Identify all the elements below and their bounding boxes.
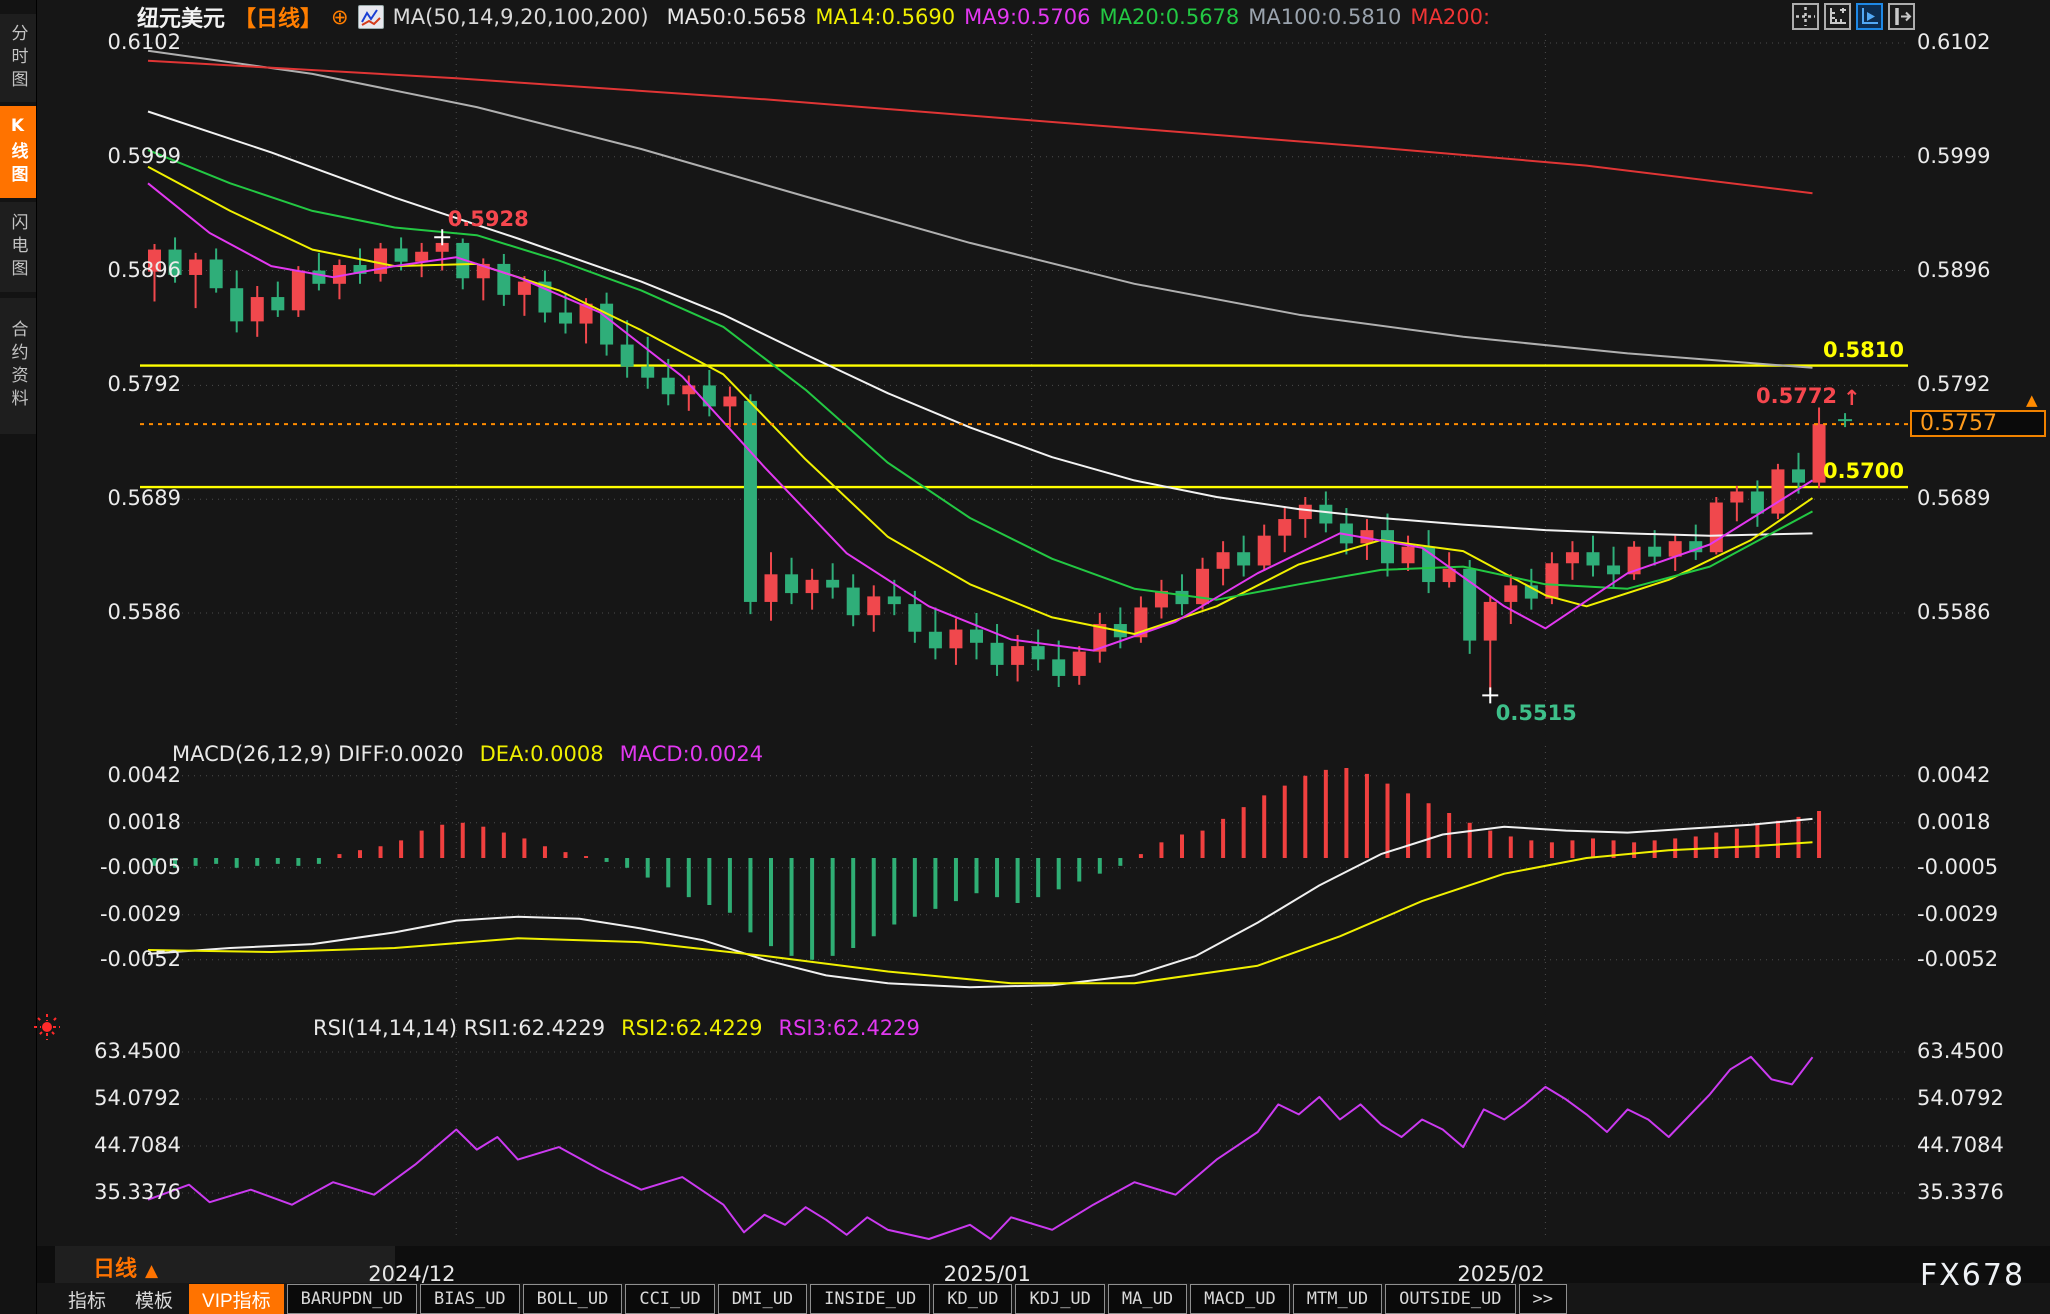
ma-legend-item: MA100:0.5810 xyxy=(1248,5,1402,29)
indicator-tab-13[interactable]: MACD_UD xyxy=(1190,1284,1290,1314)
indicator-tab-16[interactable]: >> xyxy=(1518,1284,1568,1314)
watermark: FX678 xyxy=(1920,1258,2026,1293)
macd-header-segment: MACD(26,12,9) DIFF:0.0020 xyxy=(172,742,464,766)
sidebar-item-1[interactable]: 分时图 xyxy=(0,14,36,102)
period-selector[interactable]: 日线 ▲ xyxy=(55,1246,395,1283)
macd-header-segment: DEA:0.0008 xyxy=(479,742,604,766)
indicator-tab-2[interactable]: 模板 xyxy=(122,1284,186,1314)
ma-legend-item: MA20:0.5678 xyxy=(1099,5,1240,29)
indicator-tab-6[interactable]: BOLL_UD xyxy=(522,1284,623,1314)
sidebar-item-2[interactable]: K线图 xyxy=(0,106,36,198)
macd-header: MACD(26,12,9) DIFF:0.0020 DEA:0.0008 MACD:… xyxy=(172,742,779,766)
chart-app: 分时图 K线图闪电图合约资料 纽元美元 【日线】 ⊕ MA(50,14,9,20,… xyxy=(0,0,2050,1314)
macd-header-segment: MACD:0.0024 xyxy=(619,742,764,766)
ma-legend-item: MA14:0.5690 xyxy=(815,5,956,29)
ma-legend-item: MA200: xyxy=(1410,5,1491,29)
indicator-tab-5[interactable]: BIAS_UD xyxy=(420,1284,520,1314)
scale-tool-button[interactable] xyxy=(1824,3,1851,30)
crosshair-tool-icon xyxy=(1796,7,1815,26)
indicator-tab-4[interactable]: BARUPDN_UD xyxy=(286,1284,418,1314)
rsi-header-segment: RSI3:62.4229 xyxy=(778,1016,920,1040)
scale-tool-icon xyxy=(1830,8,1846,24)
ma-legend-item: MA9:0.5706 xyxy=(964,5,1091,29)
current-price-value: 0.5757 xyxy=(1920,411,1997,437)
ma-legend-item: MA50:0.5658 xyxy=(666,5,807,29)
indicator-tab-15[interactable]: OUTSIDE_UD xyxy=(1385,1284,1516,1314)
price-up-arrow-icon: ▲ xyxy=(2026,391,2038,410)
sidebar: 分时图 K线图闪电图合约资料 xyxy=(0,0,37,1314)
price-chart-canvas[interactable] xyxy=(0,0,2050,1314)
bottom-strip: 日线 ▲ xyxy=(37,1246,2050,1283)
indicator-tab-10[interactable]: KD_UD xyxy=(933,1284,1013,1314)
mini-chart-icon[interactable] xyxy=(357,5,384,29)
shift-tool-icon xyxy=(1895,8,1912,25)
rsi-header-segment: RSI(14,14,14) RSI1:62.4229 xyxy=(313,1016,606,1040)
add-indicator-icon[interactable]: ⊕ xyxy=(331,7,349,28)
crosshair-tool-button[interactable] xyxy=(1792,3,1819,30)
indicator-tab-9[interactable]: INSIDE_UD xyxy=(810,1284,931,1314)
rsi-header-segment: RSI2:62.4229 xyxy=(621,1016,763,1040)
current-price-box: 0.5757 xyxy=(1910,410,2046,438)
ma-legend: MA50:0.5658 MA14:0.5690 MA9:0.5706 MA20:0.5… xyxy=(658,5,1490,29)
rsi-header: RSI(14,14,14) RSI1:62.4229 RSI2:62.4229 RS… xyxy=(313,1016,936,1040)
indicator-tab-14[interactable]: MTM_UD xyxy=(1292,1284,1383,1314)
indicator-tab-3[interactable]: VIP指标 xyxy=(189,1284,284,1314)
playback-tool-icon xyxy=(1862,8,1878,24)
period-tag: 【日线】 xyxy=(234,7,323,32)
alert-dot-icon[interactable] xyxy=(32,1012,62,1046)
symbol-name: 纽元美元 xyxy=(137,7,226,32)
indicator-tab-8[interactable]: DMI_UD xyxy=(717,1284,808,1314)
caret-up-icon: ▲ xyxy=(145,1261,159,1281)
indicator-tab-12[interactable]: MA_UD xyxy=(1107,1284,1188,1314)
indicator-tab-1[interactable]: 指标 xyxy=(55,1284,119,1314)
chart-toolbar xyxy=(1792,3,1915,30)
shift-tool-button[interactable] xyxy=(1888,3,1915,30)
sidebar-item-4[interactable]: 合约资料 xyxy=(0,298,36,434)
sidebar-item-3[interactable]: 闪电图 xyxy=(0,202,36,292)
indicator-tab-7[interactable]: CCI_UD xyxy=(625,1284,715,1314)
period-label: 日线 xyxy=(93,1257,138,1282)
indicator-tabbar: 指标 模板 VIP指标 BARUPDN_UD BIAS_UD BOLL_UD CCI_UD D… xyxy=(55,1284,1568,1314)
indicator-tab-11[interactable]: KDJ_UD xyxy=(1015,1284,1105,1314)
chart-header: 纽元美元 【日线】 ⊕ MA(50,14,9,20,100,200) MA50:… xyxy=(137,2,1490,32)
playback-tool-button[interactable] xyxy=(1856,3,1883,30)
ma-settings-label: MA(50,14,9,20,100,200) xyxy=(392,5,649,29)
